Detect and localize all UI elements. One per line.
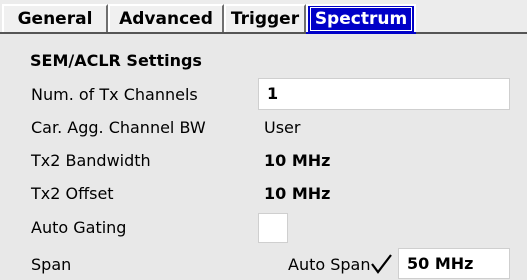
auto-span-checkbox[interactable] (364, 248, 398, 280)
auto-gating-label: Auto Gating (31, 218, 127, 237)
tx2-bandwidth-value[interactable]: 10 MHz (264, 151, 330, 171)
section-title: SEM/ACLR Settings (30, 51, 202, 70)
tx2-offset-value[interactable]: 10 MHz (264, 184, 330, 204)
active-tab-gap (306, 32, 416, 34)
tab-advanced[interactable]: Advanced (108, 4, 224, 33)
tx2-offset-label: Tx2 Offset (31, 184, 114, 203)
num-tx-channels-input[interactable]: 1 (258, 78, 510, 110)
auto-gating-checkbox[interactable] (258, 213, 288, 243)
car-agg-channel-bw-label: Car. Agg. Channel BW (31, 118, 206, 137)
tab-spectrum[interactable]: Spectrum (306, 4, 416, 33)
num-tx-channels-label: Num. of Tx Channels (31, 85, 198, 104)
tab-bar: General Advanced Trigger Spectrum (0, 0, 527, 34)
tab-trigger[interactable]: Trigger (224, 4, 306, 33)
span-label: Span (31, 255, 72, 274)
tab-spectrum-label: Spectrum (310, 7, 412, 31)
span-input[interactable]: 50 MHz (398, 248, 510, 279)
tab-bar-divider (0, 32, 527, 34)
checkmark-icon (371, 254, 392, 274)
car-agg-channel-bw-value[interactable]: User (264, 118, 300, 138)
tab-general[interactable]: General (2, 4, 108, 33)
auto-span-label: Auto Span (288, 255, 371, 274)
tx2-bandwidth-label: Tx2 Bandwidth (31, 151, 151, 170)
